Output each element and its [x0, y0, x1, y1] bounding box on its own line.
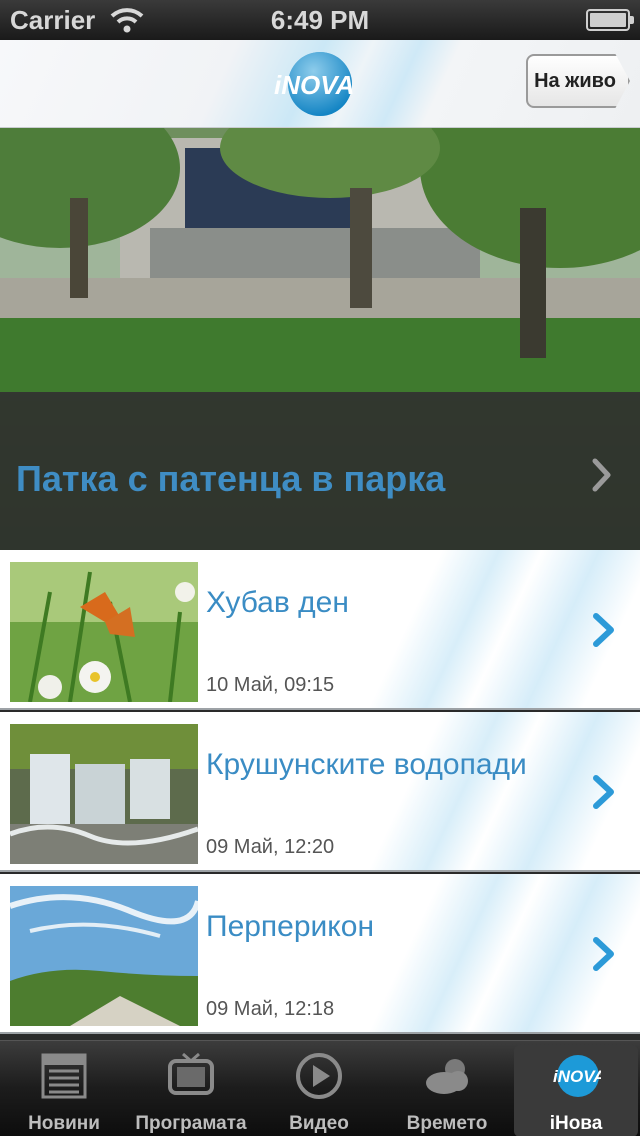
inova-logo: iNOVA — [274, 52, 354, 116]
chevron-right-icon — [593, 613, 614, 647]
live-button[interactable]: На живо — [526, 54, 630, 108]
tab-label: Видео — [289, 1113, 349, 1134]
chevron-right-icon — [592, 458, 611, 492]
chevron-right-icon — [593, 937, 614, 971]
tab-weather[interactable]: Времето — [385, 1045, 509, 1136]
hero-banner[interactable]: Патка с патенца в парка — [0, 128, 640, 550]
play-icon — [296, 1053, 342, 1099]
perperikon-thumbnail — [10, 886, 198, 1026]
tab-label: Времето — [406, 1113, 488, 1134]
tab-bar: Новини Програмата Видео Времето iNOVA iН… — [0, 1040, 640, 1136]
news-icon — [41, 1053, 87, 1099]
hero-title: Патка с патенца в парка — [16, 458, 446, 499]
tab-video[interactable]: Видео — [257, 1045, 381, 1136]
list-item-title: Крушунските водопади — [206, 748, 527, 781]
hero-image — [0, 128, 640, 392]
list-item-date: 10 Май, 09:15 — [206, 674, 335, 696]
tab-label: iНова — [549, 1113, 603, 1134]
list-item-title: Перперикон — [206, 910, 375, 943]
cloud-icon — [426, 1059, 468, 1094]
tab-program[interactable]: Програмата — [129, 1045, 253, 1136]
svg-text:iNOVA: iNOVA — [553, 1067, 601, 1086]
status-bar: Carrier 6:49 PM — [0, 0, 640, 40]
tab-label: Новини — [28, 1113, 100, 1134]
list-item-title: Хубав ден — [206, 586, 349, 619]
battery-icon — [586, 9, 634, 31]
chevron-right-icon — [593, 775, 614, 809]
inova-logo-icon: iNOVA — [553, 1055, 601, 1097]
nav-bar: iNOVA На живо — [0, 40, 640, 128]
tab-news[interactable]: Новини — [2, 1045, 126, 1136]
news-list: Хубав ден 10 Май, 09:15 Крушунските водо… — [0, 550, 640, 1040]
status-time: 6:49 PM — [270, 5, 370, 35]
tab-inova[interactable]: iNOVA iНова — [514, 1045, 638, 1136]
butterfly-thumbnail — [10, 562, 198, 702]
list-item[interactable]: Перперикон 09 Май, 12:18 — [0, 874, 640, 1034]
list-item-date: 09 Май, 12:20 — [206, 836, 335, 858]
tv-icon — [168, 1052, 214, 1095]
list-item[interactable]: Крушунските водопади 09 Май, 12:20 — [0, 712, 640, 872]
list-item[interactable]: Хубав ден 10 Май, 09:15 — [0, 550, 640, 710]
waterfall-thumbnail — [10, 724, 198, 864]
list-item-date: 09 Май, 12:18 — [206, 998, 335, 1020]
tab-label: Програмата — [135, 1113, 247, 1134]
svg-text:iNOVA: iNOVA — [274, 70, 354, 100]
